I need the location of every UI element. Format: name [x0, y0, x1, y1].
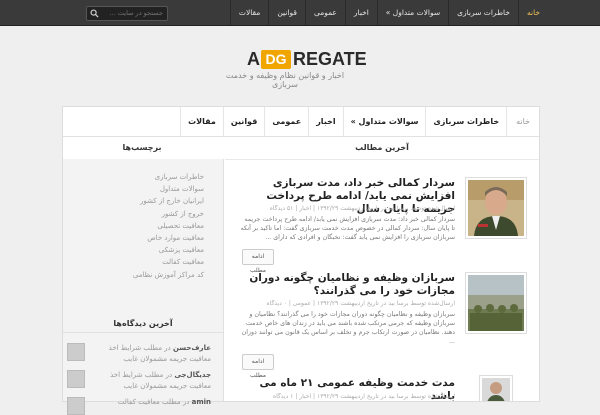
top-bar: خانه خاطرات سربازی سوالات متداول » اخبار… — [0, 0, 600, 26]
latest-posts-heading: آخرین مطالب — [225, 143, 539, 160]
post-title[interactable]: سربازان وظیفه و نظامیان چگونه دوران مجاز… — [239, 272, 455, 298]
comment-author[interactable]: عارف‌حسن — [173, 344, 211, 352]
tag-item[interactable]: سوالات متداول — [74, 183, 204, 195]
logo-letter-a: A — [247, 49, 260, 69]
main-nav-faq[interactable]: سوالات متداول » — [342, 107, 426, 136]
top-nav-articles[interactable]: مقالات — [229, 0, 268, 25]
tags-heading: برچسب‌ها — [63, 143, 221, 160]
site-tagline: اخبار و قوانین نظام وظیفه و خدمت سربازی — [225, 71, 345, 89]
post-meta: ارسال‌شده توسط برسا بید در تاریخ اردیبهش… — [272, 393, 455, 400]
main-nav-articles[interactable]: مقالات — [180, 107, 223, 136]
tag-list: خاطرات سربازی سوالات متداول ایرانیان خار… — [74, 171, 204, 281]
post-thumbnail[interactable] — [479, 375, 513, 401]
content-container: خانه خاطرات سربازی سوالات متداول » اخبار… — [62, 106, 540, 415]
tag-item[interactable]: خروج از کشور — [74, 208, 204, 220]
post-item: سردار کمالی خبر داد، مدت سربازی افزایش ن… — [236, 177, 527, 274]
post-item: مدت خدمت وظیفه عمومی ۲۱ ماه می باشد ارسا… — [236, 375, 527, 401]
top-nav-news[interactable]: اخبار — [344, 0, 377, 25]
site-logo[interactable]: A DG REGATE — [247, 49, 367, 69]
comment-author[interactable]: amin — [192, 398, 211, 406]
tag-item[interactable]: خاطرات سربازی — [74, 171, 204, 183]
comment-item: amin در مطلب معافیت کفالت — [67, 397, 211, 415]
tag-item[interactable]: معافیت تحصیلی — [74, 220, 204, 232]
read-more-button[interactable]: ادامه مطلب — [242, 249, 274, 274]
logo-dg-badge: DG — [261, 50, 291, 69]
tag-item[interactable]: ایرانیان خارج از کشور — [74, 195, 204, 207]
post-excerpt: سربازان وظیفه و نظامیان چگونه دوران مجاز… — [241, 311, 455, 345]
main-nav: خانه خاطرات سربازی سوالات متداول » اخبار… — [63, 107, 539, 137]
comment-item: عارف‌حسن در مطلب شرایط اخذ معافیت جریمه … — [67, 343, 211, 365]
post-item: سربازان وظیفه و نظامیان چگونه دوران مجاز… — [236, 272, 527, 379]
read-more-button[interactable]: ادامه مطلب — [242, 354, 274, 379]
top-nav: خانه خاطرات سربازی سوالات متداول » اخبار… — [229, 0, 548, 25]
recent-comments-heading: آخرین دیدگاه‌ها — [63, 316, 223, 333]
search-icon[interactable] — [90, 9, 99, 18]
top-nav-home[interactable]: خانه — [517, 0, 548, 25]
main-nav-general[interactable]: عمومی — [264, 107, 308, 136]
tag-item[interactable]: معافیت موارد خاص — [74, 232, 204, 244]
main-nav-news[interactable]: اخبار — [308, 107, 342, 136]
portrait-image — [468, 180, 524, 236]
top-nav-faq[interactable]: سوالات متداول » — [376, 0, 448, 25]
comment-text[interactable]: در مطلب معافیت کفالت — [118, 398, 189, 406]
tag-item[interactable]: معافیت پزشکی — [74, 244, 204, 256]
search-input[interactable] — [103, 8, 163, 18]
main-nav-laws[interactable]: قوانین — [222, 107, 264, 136]
tag-item[interactable]: کد مراکز آموزش نظامی — [74, 269, 204, 281]
top-search-box — [86, 6, 168, 21]
top-nav-memories[interactable]: خاطرات سربازی — [448, 0, 518, 25]
soldiers-image — [468, 275, 524, 331]
recent-comments-list: عارف‌حسن در مطلب شرایط اخذ معافیت جریمه … — [67, 343, 211, 415]
main-nav-memories[interactable]: خاطرات سربازی — [425, 107, 506, 136]
post-excerpt: سردار کمالی خبر داد: مدت سربازی افزایش ن… — [240, 216, 455, 241]
comment-icon — [67, 343, 85, 361]
post-thumbnail[interactable] — [465, 177, 527, 239]
main-nav-home[interactable]: خانه — [506, 107, 539, 136]
comment-item: جدیگال‌جی در مطلب شرایط اخذ معافیت جریمه… — [67, 370, 211, 392]
sidebar: خاطرات سربازی سوالات متداول ایرانیان خار… — [63, 159, 224, 415]
top-nav-laws[interactable]: قوانین — [268, 0, 305, 25]
post-meta: ارسال‌شده توسط برسا بید در تاریخ اردیبهش… — [266, 300, 455, 307]
post-thumbnail[interactable] — [465, 272, 527, 334]
post-meta: ارسال‌شده توسط برسا بید در تاریخ اردیبهش… — [269, 205, 455, 212]
comment-author[interactable]: جدیگال‌جی — [174, 371, 211, 379]
logo-text: REGATE — [293, 49, 367, 69]
comment-icon — [67, 370, 85, 388]
portrait-image — [482, 378, 510, 401]
tag-item[interactable]: معافیت کفالت — [74, 256, 204, 268]
top-nav-general[interactable]: عمومی — [304, 0, 345, 25]
